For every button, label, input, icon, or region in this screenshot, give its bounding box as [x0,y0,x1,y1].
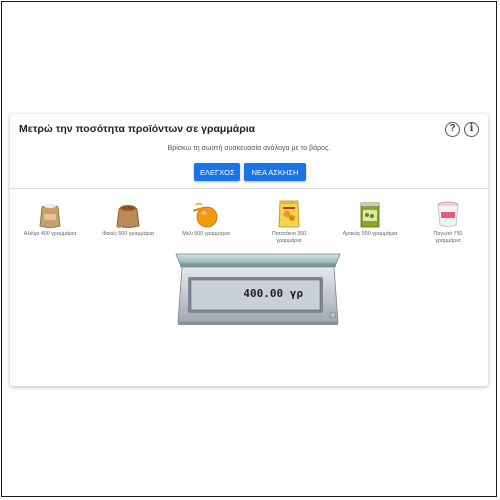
product-label: Παγωτό 750 γραμμάρια [433,231,463,244]
product-ice-cream[interactable]: Παγωτό 750 γραμμάρια [414,199,482,245]
product-label: Πατατάκια 350 γραμμάρια [271,231,307,244]
product-chips[interactable]: Πατατάκια 350 γραμμάρια [255,199,323,245]
peas-can-icon [360,202,380,228]
check-button[interactable]: ΕΛΕΓΧΟΣ [194,163,240,181]
question-circle-icon[interactable]: ? [445,122,460,137]
instructions-text: Βρίσκω τη σωστή συσκευασία ανάλογα με το… [167,145,331,152]
new-exercise-button[interactable]: ΝΕΑ ΑΣΚΗΣΗ [244,163,306,181]
product-label: Αλεύρι 400 γραμμάρια [23,231,77,237]
page-title: Μετρώ την ποσότητα προϊόντων σε γραμμάρι… [19,123,256,135]
exercise-card: Μετρώ την ποσότητα προϊόντων σε γραμμάρι… [10,114,488,386]
product-label: Μέλι 900 γραμμάρια [182,231,230,237]
honey-jar-icon [193,202,218,228]
info-circle-icon[interactable]: i [464,122,479,137]
flour-sack-icon [39,204,61,228]
lentils-sack-icon [116,205,140,228]
product-peas[interactable]: Αρακάς 550 γραμμάρια [336,199,404,238]
product-flour[interactable]: Αλεύρι 400 γραμμάρια [16,199,84,238]
scale-reading: 400.00 γρ [243,287,303,300]
product-label: Φακές 600 γραμμάρια [102,231,154,237]
chips-bag-icon [278,200,300,228]
product-honey[interactable]: Μέλι 900 γραμμάρια [172,199,240,238]
divider [10,188,488,189]
product-lentils[interactable]: Φακές 600 γραμμάρια [94,199,162,238]
ice-cream-tub-icon [437,201,459,227]
product-label: Αρακάς 550 γραμμάρια [342,231,398,237]
